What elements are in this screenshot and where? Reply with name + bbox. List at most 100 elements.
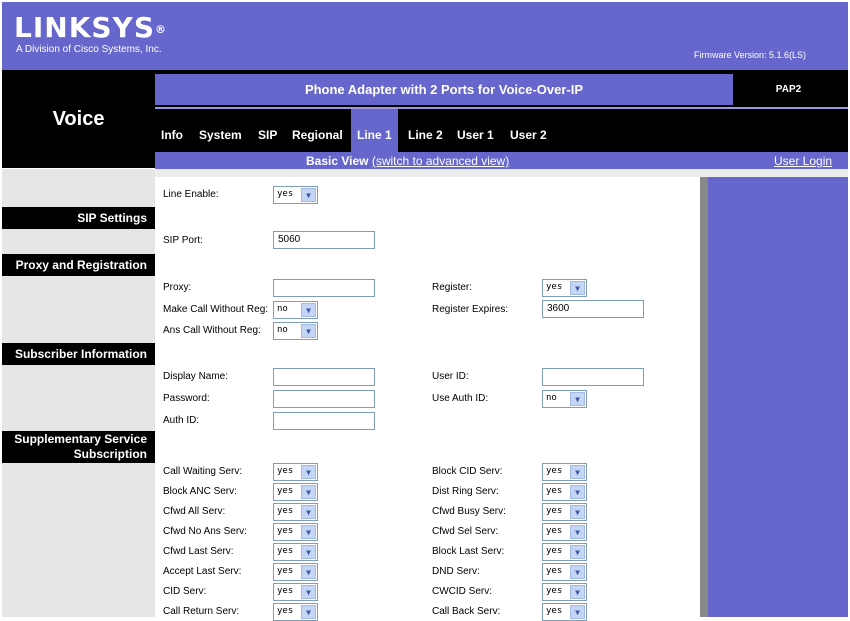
- call-return-serv-select[interactable]: yes ▼: [273, 603, 318, 621]
- sip-port-input[interactable]: 5060: [273, 231, 375, 249]
- tab-info[interactable]: Info: [161, 109, 183, 152]
- chevron-down-icon: ▼: [301, 545, 316, 559]
- linksys-logo: LINKSYS®: [14, 11, 167, 44]
- chevron-down-icon: ▼: [570, 545, 585, 559]
- model-name: PAP2: [775, 84, 802, 95]
- block-cid-serv-label: Block CID Serv:: [432, 466, 503, 477]
- accept-last-serv-select[interactable]: yes ▼: [273, 563, 318, 581]
- proxy-label: Proxy:: [163, 282, 192, 293]
- accept-last-serv-label: Accept Last Serv:: [163, 566, 242, 577]
- chevron-down-icon: ▼: [570, 585, 585, 599]
- password-input[interactable]: [273, 390, 375, 408]
- block-cid-serv-select[interactable]: yes ▼: [542, 463, 587, 481]
- sidebar-sip-settings: SIP Settings: [2, 207, 155, 229]
- chevron-down-icon: ▼: [570, 505, 585, 519]
- chevron-down-icon: ▼: [301, 565, 316, 579]
- sidebar: [2, 169, 155, 617]
- chevron-down-icon: ▼: [301, 585, 316, 599]
- display-name-input[interactable]: [273, 368, 375, 386]
- sip-port-label: SIP Port:: [163, 235, 203, 246]
- dnd-serv-label: DND Serv:: [432, 566, 480, 577]
- block-last-serv-select[interactable]: yes ▼: [542, 543, 587, 561]
- cfwd-busy-serv-select[interactable]: yes ▼: [542, 503, 587, 521]
- ans-call-without-reg-label: Ans Call Without Reg:: [163, 325, 261, 336]
- register-label: Register:: [432, 282, 473, 293]
- tab-line-1[interactable]: Line 1: [351, 109, 398, 152]
- chevron-down-icon: ▼: [570, 565, 585, 579]
- register-expires-input[interactable]: 3600: [542, 300, 644, 318]
- product-title: Phone Adapter with 2 Ports for Voice-Ove…: [155, 74, 733, 105]
- line-enable-select[interactable]: yes ▼: [273, 186, 318, 204]
- tab-sip[interactable]: SIP: [258, 109, 277, 152]
- call-waiting-serv-label: Call Waiting Serv:: [163, 466, 243, 477]
- call-return-serv-label: Call Return Serv:: [163, 606, 240, 617]
- password-label: Password:: [163, 393, 210, 404]
- block-anc-serv-select[interactable]: yes ▼: [273, 483, 318, 501]
- dist-ring-serv-select[interactable]: yes ▼: [542, 483, 587, 501]
- auth-id-input[interactable]: [273, 412, 375, 430]
- sidebar-supplementary-service: Supplementary Service Subscription: [2, 431, 155, 463]
- cid-serv-label: CID Serv:: [163, 586, 207, 597]
- ans-call-without-reg-select[interactable]: no ▼: [273, 322, 318, 340]
- firmware-version: Firmware Version: 5.1.6(LS): [694, 50, 807, 60]
- block-anc-serv-label: Block ANC Serv:: [163, 486, 237, 497]
- right-border: [700, 177, 708, 617]
- user-login-link[interactable]: User Login: [774, 154, 832, 168]
- line-enable-label: Line Enable:: [163, 189, 219, 200]
- chevron-down-icon: ▼: [570, 485, 585, 499]
- use-auth-id-select[interactable]: no ▼: [542, 390, 587, 408]
- tab-regional[interactable]: Regional: [292, 109, 343, 152]
- user-id-label: User ID:: [432, 371, 469, 382]
- dnd-serv-select[interactable]: yes ▼: [542, 563, 587, 581]
- chevron-down-icon: ▼: [301, 525, 316, 539]
- block-last-serv-label: Block Last Serv:: [432, 546, 505, 557]
- make-call-without-reg-select[interactable]: no ▼: [273, 301, 318, 319]
- tab-user-2[interactable]: User 2: [510, 109, 547, 152]
- cfwd-busy-serv-label: Cfwd Busy Serv:: [432, 506, 506, 517]
- register-select[interactable]: yes ▼: [542, 279, 587, 297]
- main-form: [155, 177, 700, 617]
- chevron-down-icon: ▼: [301, 485, 316, 499]
- register-expires-label: Register Expires:: [432, 304, 509, 315]
- dist-ring-serv-label: Dist Ring Serv:: [432, 486, 499, 497]
- chevron-down-icon: ▼: [301, 188, 316, 202]
- sidebar-proxy-registration: Proxy and Registration: [2, 254, 155, 276]
- cwcid-serv-label: CWCID Serv:: [432, 586, 492, 597]
- basic-view: Basic View (switch to advanced view): [306, 154, 510, 168]
- cfwd-no-ans-serv-label: Cfwd No Ans Serv:: [163, 526, 247, 537]
- chevron-down-icon: ▼: [301, 324, 316, 338]
- cfwd-last-serv-label: Cfwd Last Serv:: [163, 546, 234, 557]
- chevron-down-icon: ▼: [570, 525, 585, 539]
- auth-id-label: Auth ID:: [163, 415, 200, 426]
- chevron-down-icon: ▼: [570, 465, 585, 479]
- tab-user-1[interactable]: User 1: [457, 109, 494, 152]
- sidebar-subscriber-information: Subscriber Information: [2, 343, 155, 365]
- chevron-down-icon: ▼: [570, 281, 585, 295]
- logo-subtitle: A Division of Cisco Systems, Inc.: [16, 44, 162, 55]
- user-id-input[interactable]: [542, 368, 644, 386]
- call-waiting-serv-select[interactable]: yes ▼: [273, 463, 318, 481]
- call-back-serv-select[interactable]: yes ▼: [542, 603, 587, 621]
- chevron-down-icon: ▼: [301, 303, 316, 317]
- chevron-down-icon: ▼: [301, 465, 316, 479]
- cfwd-all-serv-select[interactable]: yes ▼: [273, 503, 318, 521]
- cfwd-all-serv-label: Cfwd All Serv:: [163, 506, 226, 517]
- chevron-down-icon: ▼: [301, 505, 316, 519]
- content-top-strip: [155, 169, 848, 177]
- cfwd-sel-serv-select[interactable]: yes ▼: [542, 523, 587, 541]
- right-panel: [708, 177, 848, 617]
- cfwd-sel-serv-label: Cfwd Sel Serv:: [432, 526, 499, 537]
- tab-line-2[interactable]: Line 2: [408, 109, 443, 152]
- tab-system[interactable]: System: [199, 109, 242, 152]
- cwcid-serv-select[interactable]: yes ▼: [542, 583, 587, 601]
- cfwd-last-serv-select[interactable]: yes ▼: [273, 543, 318, 561]
- make-call-without-reg-label: Make Call Without Reg:: [163, 304, 269, 315]
- cid-serv-select[interactable]: yes ▼: [273, 583, 318, 601]
- call-back-serv-label: Call Back Serv:: [432, 606, 501, 617]
- display-name-label: Display Name:: [163, 371, 229, 382]
- proxy-input[interactable]: [273, 279, 375, 297]
- cfwd-no-ans-serv-select[interactable]: yes ▼: [273, 523, 318, 541]
- chevron-down-icon: ▼: [570, 392, 585, 406]
- switch-advanced-link[interactable]: (switch to advanced view): [372, 154, 509, 168]
- section-title: Voice: [52, 108, 105, 130]
